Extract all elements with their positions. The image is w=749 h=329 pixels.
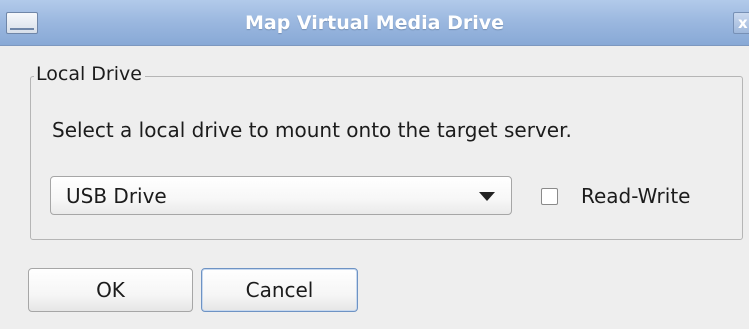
read-write-checkbox[interactable] (541, 188, 558, 205)
ok-button[interactable]: OK (28, 268, 193, 312)
title-bar[interactable]: Map Virtual Media Drive x (0, 0, 749, 46)
group-title: Local Drive (34, 62, 145, 86)
drive-select-value: USB Drive (66, 184, 167, 208)
dialog-window: Map Virtual Media Drive x Local Drive Se… (0, 0, 749, 329)
cancel-button[interactable]: Cancel (201, 268, 358, 312)
local-drive-group (30, 76, 743, 240)
drive-select[interactable]: USB Drive (50, 176, 512, 215)
read-write-label[interactable]: Read-Write (581, 183, 690, 209)
window-title: Map Virtual Media Drive (244, 12, 505, 34)
close-icon[interactable]: x (733, 12, 749, 34)
chevron-down-icon (479, 192, 495, 201)
instructions-text: Select a local drive to mount onto the t… (52, 118, 572, 142)
